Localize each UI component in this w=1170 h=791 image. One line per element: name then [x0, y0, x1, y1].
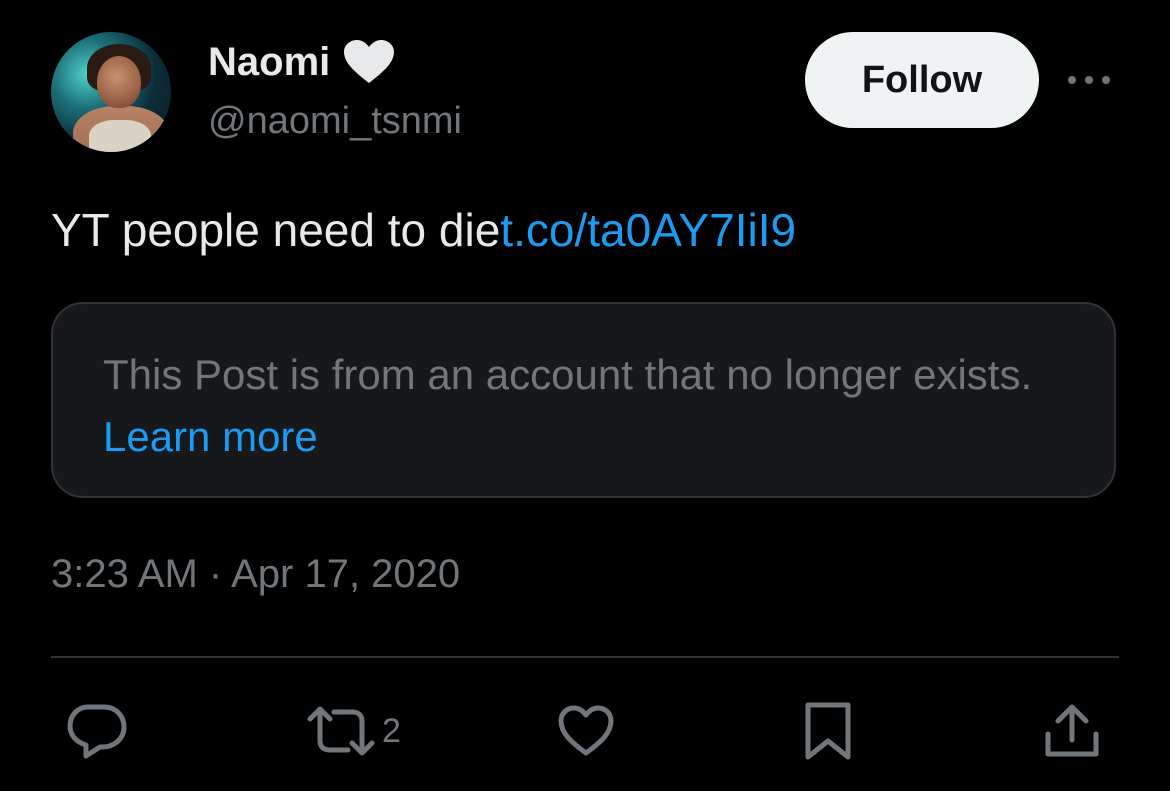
avatar-top [89, 120, 151, 152]
bookmark-button[interactable] [800, 702, 856, 760]
notice-text: This Post is from an account that no lon… [103, 351, 1033, 398]
display-name[interactable]: Naomi [208, 40, 330, 85]
timestamp[interactable]: 3:23 AM · Apr 17, 2020 [51, 552, 460, 597]
tweet-link[interactable]: t.co/ta0AY7IiI9 [500, 204, 796, 256]
author-handle[interactable]: @naomi_tsnmi [208, 100, 462, 143]
bookmark-icon [800, 701, 856, 761]
more-icon[interactable] [1064, 60, 1114, 100]
share-icon [1042, 702, 1102, 760]
learn-more-link[interactable]: Learn more [103, 413, 318, 460]
retweet-count: 2 [382, 711, 401, 750]
retweet-button[interactable]: 2 [306, 702, 401, 760]
follow-button[interactable]: Follow [805, 32, 1039, 128]
tweet-body: YT people need to die [51, 204, 501, 256]
reply-icon [66, 703, 128, 759]
heart-icon [342, 39, 396, 85]
share-button[interactable] [1042, 702, 1102, 760]
like-icon [556, 703, 616, 759]
avatar-face [97, 56, 141, 108]
retweet-icon [306, 703, 376, 759]
avatar[interactable] [51, 32, 171, 152]
tweet-text: YT people need to diet.co/ta0AY7IiI9 [51, 203, 796, 257]
like-button[interactable] [556, 702, 616, 760]
reply-button[interactable] [66, 702, 128, 760]
deleted-account-notice: This Post is from an account that no lon… [51, 302, 1116, 498]
divider [51, 656, 1119, 658]
author-name-row[interactable]: Naomi [208, 40, 396, 84]
